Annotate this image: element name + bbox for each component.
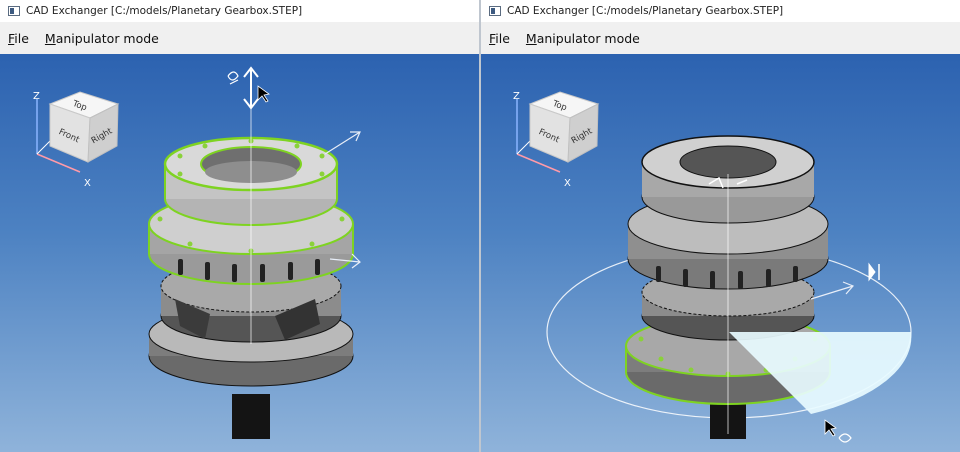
rotate-handle-icon[interactable]: [868, 262, 880, 282]
menu-bar: File Manipulator mode: [481, 22, 960, 54]
gearbox-model[interactable]: [148, 94, 354, 439]
app-icon: [489, 6, 501, 16]
view-cube[interactable]: Top Front Right Z X: [33, 91, 120, 189]
axis-label-z: Z: [33, 91, 40, 102]
cad-window-right: CAD Exchanger [C:/models/Planetary Gearb…: [481, 0, 960, 452]
menu-file[interactable]: File: [0, 31, 37, 46]
app-icon: [8, 6, 20, 16]
rotate-cursor-badge-icon: [838, 433, 852, 443]
menu-file[interactable]: File: [481, 31, 518, 46]
3d-viewport[interactable]: Top Front Right Z X: [0, 54, 479, 452]
window-title: CAD Exchanger [C:/models/Planetary Gearb…: [507, 5, 784, 17]
menu-manipulator-mode[interactable]: Manipulator mode: [37, 31, 167, 46]
mouse-cursor-icon: [257, 85, 270, 103]
title-bar: CAD Exchanger [C:/models/Planetary Gearb…: [0, 0, 479, 22]
rotate-handle-icon[interactable]: [227, 71, 239, 85]
x-axis: [516, 153, 561, 173]
x-axis: [36, 153, 81, 173]
view-cube[interactable]: Top Front Right Z X: [513, 91, 600, 189]
axis-label-x: X: [564, 178, 571, 189]
cad-window-left: CAD Exchanger [C:/models/Planetary Gearb…: [0, 0, 479, 452]
title-bar: CAD Exchanger [C:/models/Planetary Gearb…: [481, 0, 960, 22]
output-shaft: [232, 394, 270, 439]
window-title: CAD Exchanger [C:/models/Planetary Gearb…: [26, 5, 303, 17]
axis-label-x: X: [84, 178, 91, 189]
translation-manipulator[interactable]: [243, 66, 259, 110]
3d-viewport[interactable]: Top Front Right Z X: [481, 54, 960, 452]
axis-arrow-right[interactable]: [810, 281, 855, 300]
menu-bar: File Manipulator mode: [0, 22, 479, 54]
mouse-cursor-icon: [824, 419, 837, 437]
menu-manipulator-mode[interactable]: Manipulator mode: [518, 31, 648, 46]
axis-arrow-upper[interactable]: [324, 131, 361, 155]
axis-label-z: Z: [513, 91, 520, 102]
